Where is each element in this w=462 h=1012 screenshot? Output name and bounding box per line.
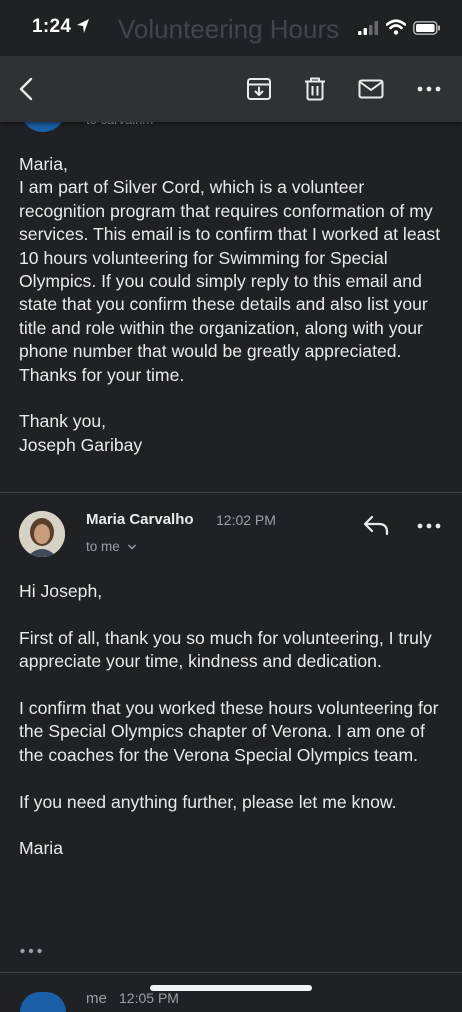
- email-signature: Joseph Garibay: [19, 434, 143, 455]
- next-message-header[interactable]: me 12:05 PM: [86, 990, 179, 1007]
- sender-photo: [19, 511, 65, 557]
- next-sender-avatar: [20, 992, 66, 1012]
- next-message-time: 12:05 PM: [119, 990, 179, 1006]
- email-greeting: Maria,: [19, 154, 68, 174]
- reply-icon[interactable]: [362, 513, 390, 537]
- wifi-icon: [386, 19, 406, 35]
- battery-icon: [413, 21, 440, 35]
- chevron-down-icon: [127, 544, 136, 550]
- cellular-signal-icon: [358, 21, 378, 35]
- avatar[interactable]: [19, 511, 65, 557]
- status-bar: Volunteering Hours 1:24: [0, 0, 462, 56]
- home-indicator[interactable]: [150, 985, 312, 991]
- reply-paragraph: First of all, thank you so much for volu…: [19, 627, 432, 672]
- ghost-subject-title: Volunteering Hours: [118, 14, 340, 44]
- reply-email-body: Hi Joseph, First of all, thank you so mu…: [19, 580, 449, 861]
- message-divider: [0, 492, 462, 493]
- recipient-label: to me: [86, 539, 120, 554]
- message-toolbar: [0, 56, 462, 122]
- reply-signature: Maria: [19, 838, 63, 859]
- back-arrow-icon[interactable]: [14, 76, 40, 102]
- show-quoted-text-icon[interactable]: [19, 946, 43, 956]
- reply-paragraph: If you need anything further, please let…: [19, 791, 397, 812]
- message-divider: [0, 972, 462, 973]
- recipient-details-toggle[interactable]: to me: [86, 539, 137, 554]
- next-sender-name: me: [86, 990, 107, 1007]
- location-arrow-icon: [77, 19, 89, 33]
- reply-greeting: Hi Joseph,: [19, 581, 103, 601]
- mark-unread-icon[interactable]: [358, 76, 384, 102]
- message-time: 12:02 PM: [216, 512, 276, 528]
- more-options-icon[interactable]: [416, 513, 442, 539]
- email-body-paragraph: I am part of Silver Cord, which is a vol…: [19, 177, 441, 385]
- archive-icon[interactable]: [246, 76, 272, 102]
- sender-name[interactable]: Maria Carvalho: [86, 511, 194, 528]
- email-closing: Thank you,: [19, 411, 107, 432]
- reply-paragraph: I confirm that you worked these hours vo…: [19, 698, 439, 765]
- delete-icon[interactable]: [302, 76, 328, 102]
- first-email-body: Maria, I am part of Silver Cord, which i…: [19, 153, 449, 457]
- more-options-icon[interactable]: [416, 76, 442, 102]
- status-time: 1:24: [32, 16, 72, 37]
